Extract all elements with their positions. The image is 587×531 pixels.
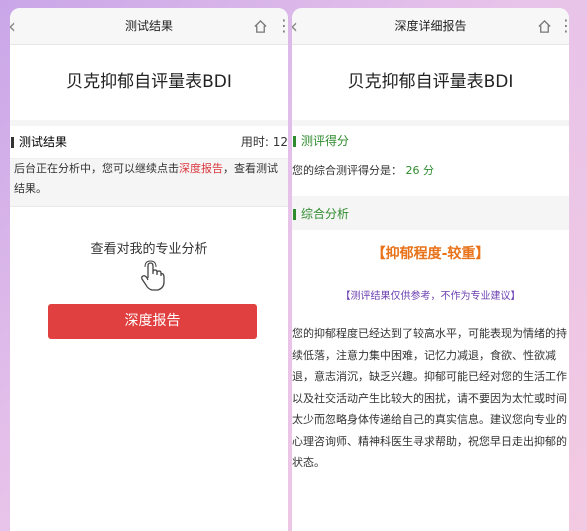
score-prefix: 您的综合测评得分是：	[292, 164, 402, 177]
page-title: 贝克抑郁自评量表BDI	[10, 45, 288, 120]
notice-prefix: 后台正在分析中，您可以继续点击	[14, 162, 179, 175]
analysis-card: 查看对我的专业分析 深度报告	[10, 207, 288, 531]
deep-report-link[interactable]: 深度报告	[179, 162, 223, 175]
section-marker-icon	[11, 137, 14, 148]
score-row: 您的综合测评得分是： 26 分	[292, 156, 569, 196]
analysis-text: 您的抑郁程度已经达到了较高水平，可能表现为情绪的持续低落，注意力集中困难，记忆力…	[292, 327, 567, 469]
depression-level-heading: 【抑郁程度-较重】	[371, 246, 490, 262]
result-screen: ‹ 测试结果 ⋮ 贝克抑郁自评量表BDI 测试结果 用时: 12 后台正在分析中…	[10, 8, 288, 531]
menu-icon[interactable]: ⋮	[558, 16, 569, 35]
report-screen: ‹ 深度详细报告 ⋮ 贝克抑郁自评量表BDI 测评得分 您的综合测评得分是： 2…	[292, 8, 569, 531]
deep-report-button[interactable]: 深度报告	[48, 304, 257, 339]
section-marker-icon	[293, 136, 296, 147]
page-title: 贝克抑郁自评量表BDI	[292, 45, 569, 120]
score-section-header: 测评得分	[292, 126, 569, 157]
nav-title: 测试结果	[124, 19, 173, 33]
nav-title: 深度详细报告	[394, 19, 467, 33]
time-label: 用时: 12	[240, 135, 288, 149]
home-icon[interactable]	[253, 19, 268, 34]
disclaimer-text: 【测评结果仅供参考，不作为专业建议】	[340, 291, 521, 302]
analysis-card: 【抑郁程度-较重】 【测评结果仅供参考，不作为专业建议】 您的抑郁程度已经达到了…	[292, 230, 569, 531]
analysis-section-label: 综合分析	[301, 207, 350, 221]
score-section-label: 测评得分	[301, 134, 350, 148]
tap-hand-icon	[141, 260, 165, 291]
section-marker-icon	[293, 209, 296, 220]
nav-bar: ‹ 深度详细报告 ⋮	[292, 8, 569, 45]
nav-bar: ‹ 测试结果 ⋮	[10, 8, 288, 45]
analysis-notice: 后台正在分析中，您可以继续点击深度报告，查看测试结果。	[14, 159, 286, 199]
result-section-header: 测试结果 用时: 12	[10, 126, 288, 159]
menu-icon[interactable]: ⋮	[276, 16, 288, 35]
section-label: 测试结果	[19, 135, 68, 149]
score-value: 26 分	[405, 164, 435, 177]
home-icon[interactable]	[537, 19, 552, 34]
analysis-prompt: 查看对我的专业分析	[90, 242, 208, 257]
analysis-section-header: 综合分析	[292, 196, 569, 226]
